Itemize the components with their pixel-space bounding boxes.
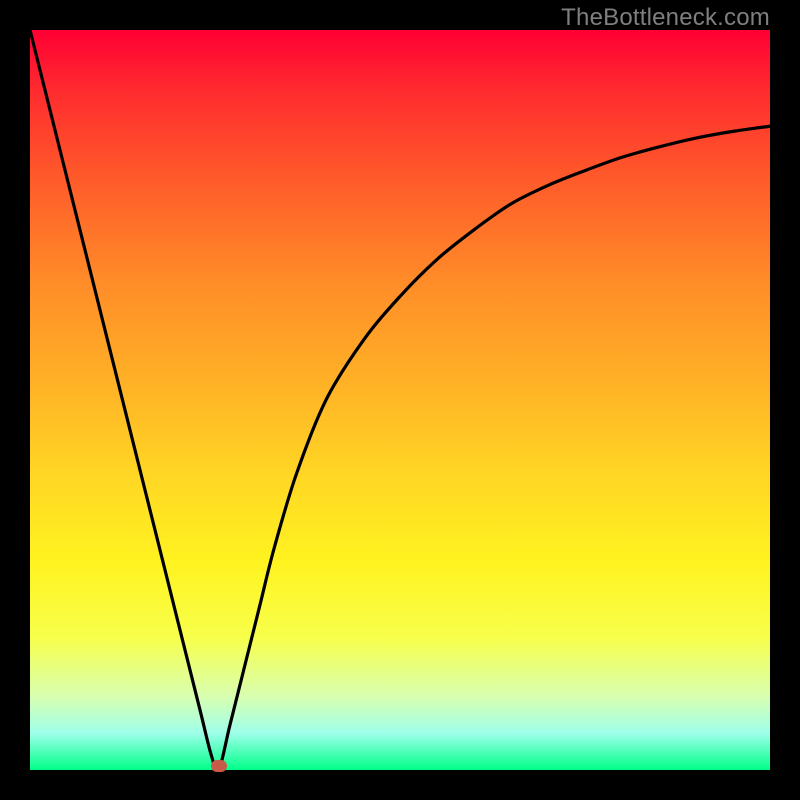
chart-frame: TheBottleneck.com <box>0 0 800 800</box>
watermark-text: TheBottleneck.com <box>561 4 770 32</box>
curve-path <box>30 30 770 770</box>
minimum-marker <box>211 760 227 772</box>
plot-area <box>30 30 770 770</box>
bottleneck-curve <box>30 30 770 770</box>
